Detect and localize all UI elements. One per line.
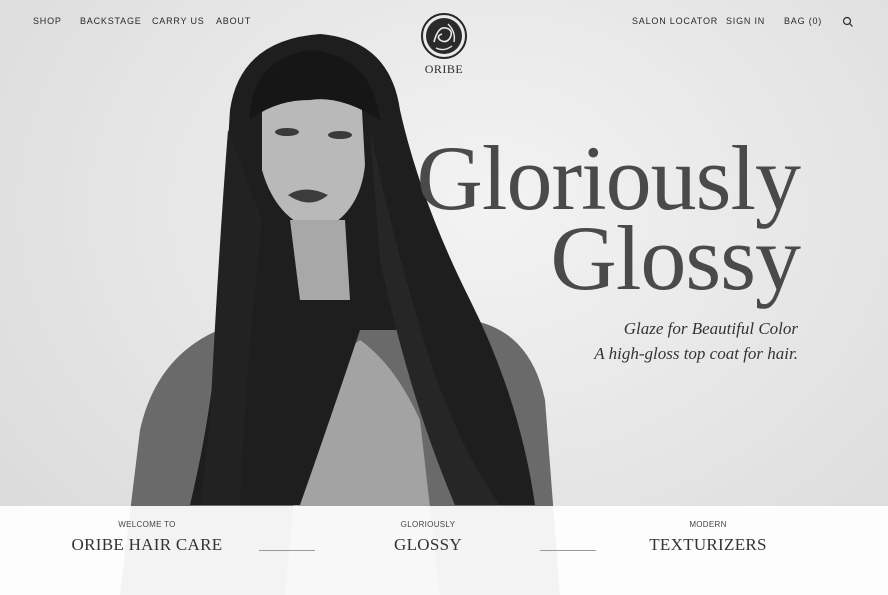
logo-wordmark: ORIBE — [424, 62, 464, 76]
hero-subline-2: A high-gloss top coat for hair. — [594, 344, 798, 363]
category-title: TEXTURIZERS — [649, 535, 767, 554]
category-kicker: GLORIOUSLY — [400, 520, 456, 529]
nav-backstage[interactable]: BACKSTAGE — [80, 16, 142, 26]
category-kicker: MODERN — [689, 520, 727, 529]
category-kicker: WELCOME TO — [118, 520, 176, 529]
nav-sign-in[interactable]: SIGN IN — [726, 16, 765, 26]
hero-headline-line2: Glossy — [550, 207, 801, 309]
nav-salon-locator[interactable]: SALON LOCATOR — [632, 16, 718, 26]
category-title: GLOSSY — [394, 535, 462, 554]
category-glossy[interactable]: GLORIOUSLY GLOSSY — [368, 520, 488, 555]
hero-subline-1: Glaze for Beautiful Color — [623, 319, 798, 338]
category-title: ORIBE HAIR CARE — [71, 535, 223, 554]
search-icon[interactable] — [842, 15, 854, 27]
divider — [259, 550, 315, 551]
nav-about[interactable]: ABOUT — [216, 16, 251, 26]
nav-shop[interactable]: SHOP — [33, 16, 62, 26]
category-texturizers[interactable]: MODERN TEXTURIZERS — [643, 520, 773, 555]
oribe-logo[interactable]: ORIBE — [418, 12, 470, 82]
category-oribe-hair-care[interactable]: WELCOME TO ORIBE HAIR CARE — [70, 520, 224, 555]
divider — [540, 550, 596, 551]
category-panel: WELCOME TO ORIBE HAIR CARE GLORIOUSLY GL… — [0, 506, 888, 595]
nav-carry-us[interactable]: CARRY US — [152, 16, 205, 26]
nav-bag[interactable]: BAG (0) — [784, 16, 822, 26]
oribe-emblem-icon — [421, 13, 467, 59]
